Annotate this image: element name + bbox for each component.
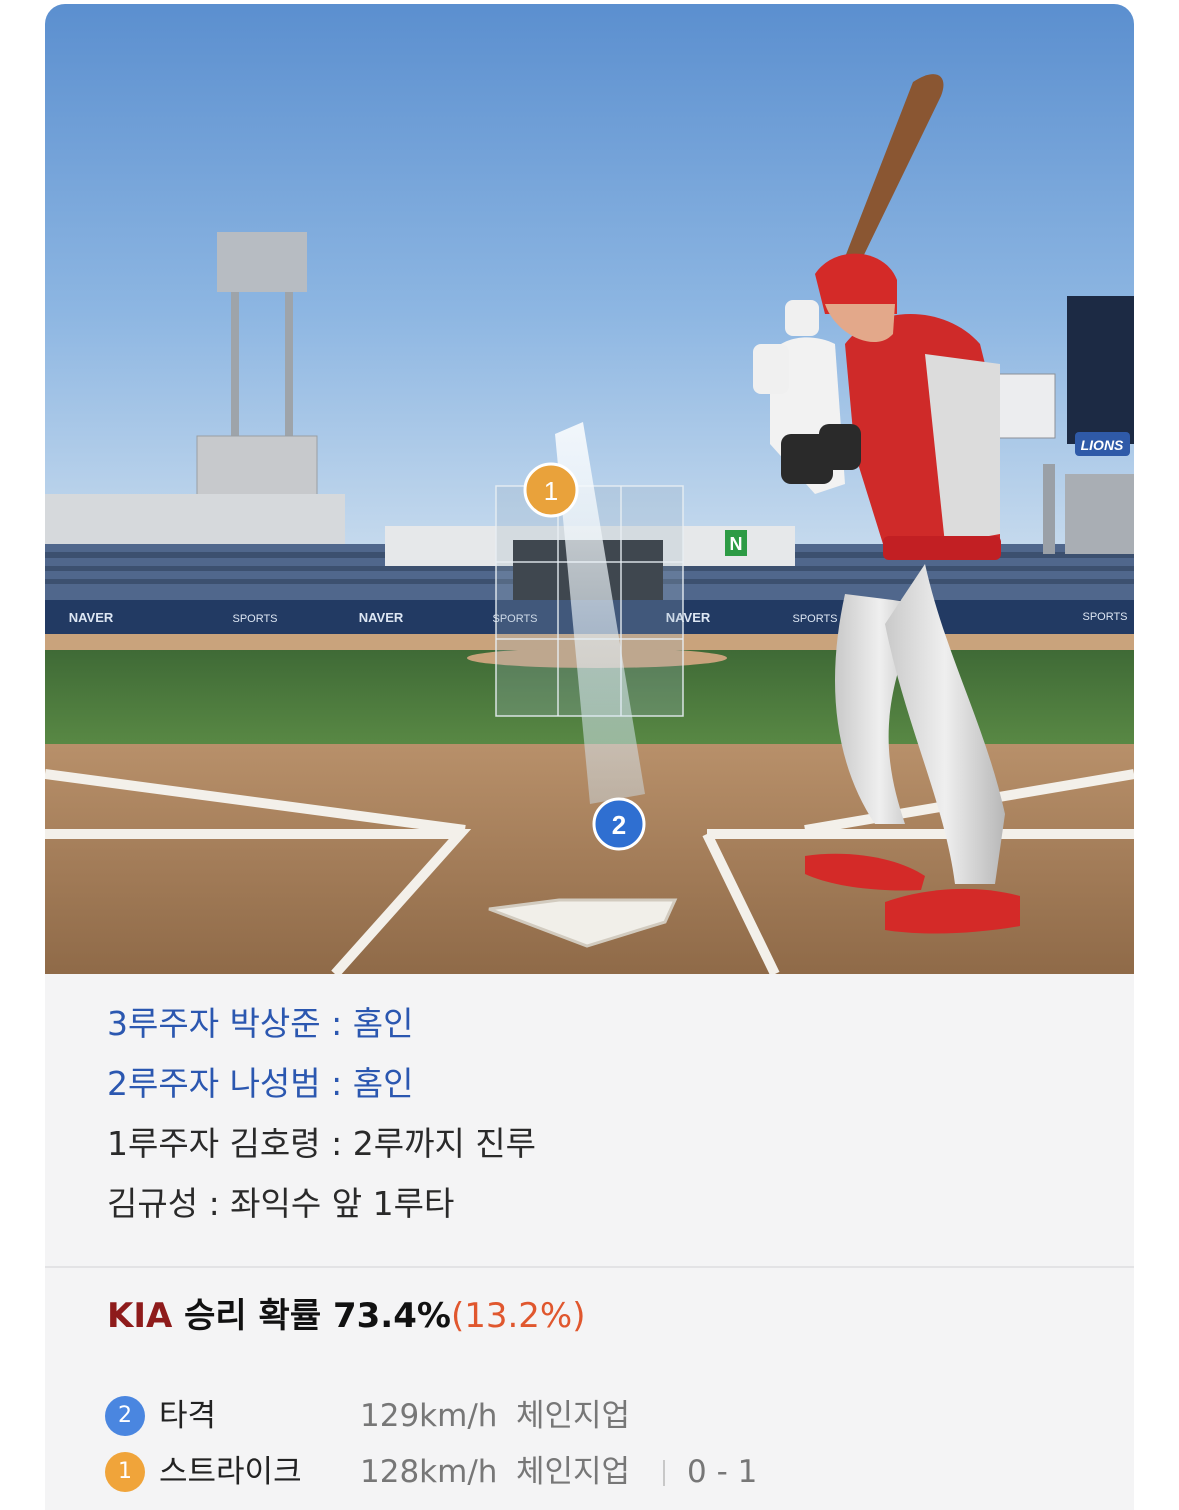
pitch-number-badge: 2 [105,1396,145,1436]
pitch-type: 체인지업 [516,1398,631,1434]
event-line: 1루주자 김호령 : 2루까지 진루 [107,1124,537,1163]
section-divider [45,1266,1134,1268]
svg-text:SPORTS: SPORTS [232,613,277,625]
svg-text:SPORTS: SPORTS [792,613,837,625]
win-probability: KIA 승리 확률 73.4%(13.2%) [107,1294,585,1338]
win-probability-delta: (13.2%) [450,1296,586,1336]
pitch-card: N LIONS NAVER SPORTS NAVER SPORTS NAVER … [45,4,1134,1510]
svg-text:SPORTS: SPORTS [1082,611,1127,623]
play-events: 3루주자 박상준 : 홈인 2루주자 나성범 : 홈인 1루주자 김호령 : 2… [45,974,1134,1266]
outfield-sign-text: N [730,534,743,554]
pitch-number-badge: 1 [105,1452,145,1492]
count-separator [663,1460,665,1486]
pitch-speed: 129km/h [360,1398,498,1434]
win-probability-value: 73.4% [332,1296,451,1336]
lions-logo-text: LIONS [1081,437,1124,453]
ball-strike-count: 0 - 1 [687,1454,758,1490]
pitch-marker-1: 1 [523,462,579,518]
event-line: 김규성 : 좌익수 앞 1루타 [107,1184,455,1223]
svg-text:2: 2 [612,810,626,840]
team-name: KIA [107,1296,173,1336]
svg-text:1: 1 [544,476,558,506]
event-line: 3루주자 박상준 : 홈인 [107,1004,414,1043]
pitch-scene: N LIONS NAVER SPORTS NAVER SPORTS NAVER … [45,4,1134,974]
pitch-marker-2: 2 [592,797,646,851]
pitch-result: 타격 [159,1398,217,1434]
pitch-speed: 128km/h [360,1454,498,1490]
pitch-type: 체인지업 [516,1454,631,1490]
svg-text:NAVER: NAVER [69,610,114,625]
event-line: 2루주자 나성범 : 홈인 [107,1064,414,1103]
win-probability-label: 승리 확률 [184,1296,322,1336]
svg-text:NAVER: NAVER [359,610,404,625]
pitch-result: 스트라이크 [159,1454,302,1490]
